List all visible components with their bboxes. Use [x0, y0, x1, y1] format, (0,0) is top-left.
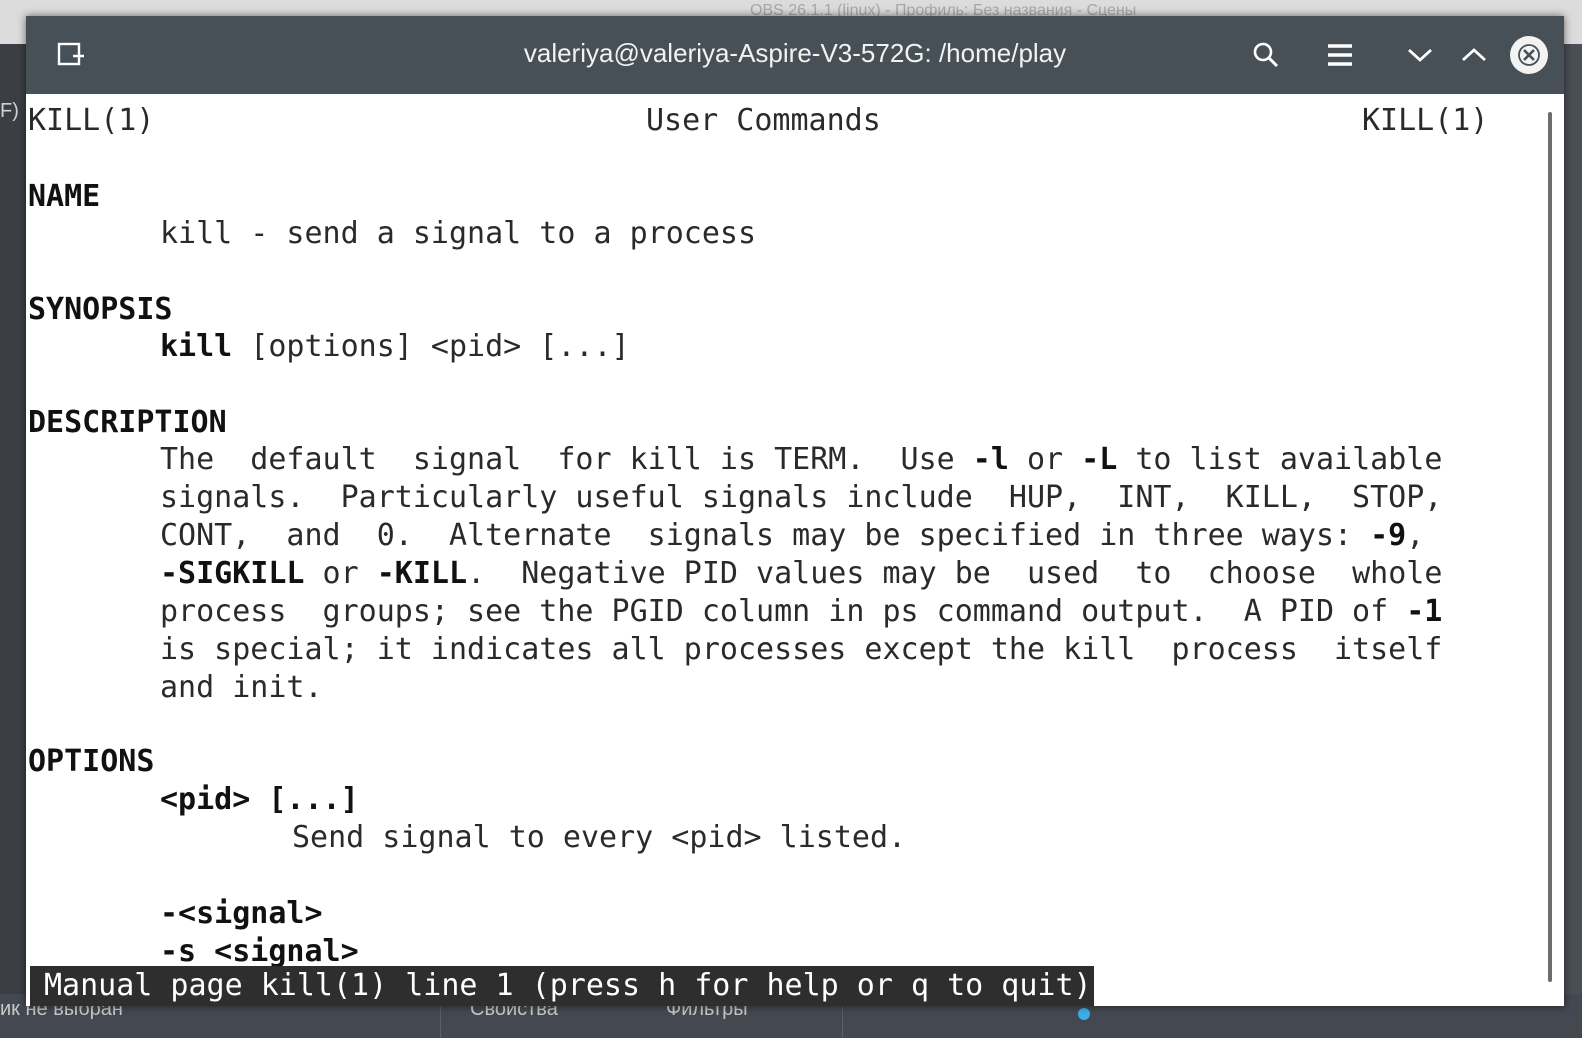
terminal-text-area[interactable]: KILL(1) User Commands KILL(1) NAME kill … [26, 94, 1546, 1006]
description-line: and init. [160, 670, 323, 705]
synopsis-line: kill [options] <pid> [...] [160, 328, 630, 366]
description-line: is special; it indicates all processes e… [160, 632, 1443, 667]
section-heading-description: DESCRIPTION [28, 405, 227, 440]
chevron-up-icon[interactable] [1456, 36, 1492, 74]
chevron-down-icon[interactable] [1402, 36, 1438, 74]
section-heading-options: OPTIONS [28, 744, 155, 779]
synopsis-command: kill [160, 329, 233, 364]
description-line: CONT, and 0. Alternate signals may be sp… [160, 518, 1425, 553]
title-bar[interactable]: valeriya@valeriya-Aspire-V3-572G: /home/… [26, 16, 1564, 94]
scrollbar-thumb[interactable] [1548, 112, 1552, 982]
description-line: signals. Particularly useful signals inc… [160, 480, 1443, 515]
terminal-window: valeriya@valeriya-Aspire-V3-572G: /home/… [26, 16, 1564, 1006]
man-header-center: User Commands [646, 103, 881, 138]
menu-icon[interactable] [1322, 36, 1358, 74]
taskbar-indicator-dot [1078, 1008, 1090, 1020]
description-line: process groups; see the PGID column in p… [160, 594, 1443, 629]
close-icon [1518, 44, 1540, 66]
background-left-panel: F) [0, 44, 28, 994]
section-heading-name: NAME [28, 179, 101, 214]
scrollbar[interactable] [1546, 94, 1564, 1006]
option-name: -<signal> [160, 896, 323, 931]
man-header-right: KILL(1) [1362, 103, 1489, 138]
section-heading-synopsis: SYNOPSIS [28, 292, 173, 327]
search-icon[interactable] [1248, 36, 1284, 74]
description-line: The default signal for kill is TERM. Use… [160, 442, 1443, 477]
background-left-glyph: F) [0, 100, 19, 122]
option-name: <pid> [...] [160, 782, 359, 817]
pager-status-line: Manual page kill(1) line 1 (press h for … [30, 966, 1094, 1006]
man-header-left: KILL(1) [28, 103, 155, 138]
option-description: Send signal to every <pid> listed. [292, 820, 907, 855]
name-text: kill - send a signal to a process [160, 216, 757, 251]
synopsis-args: [options] <pid> [...] [232, 329, 630, 364]
close-button[interactable] [1510, 36, 1548, 74]
description-line: -SIGKILL or -KILL. Negative PID values m… [160, 556, 1443, 591]
